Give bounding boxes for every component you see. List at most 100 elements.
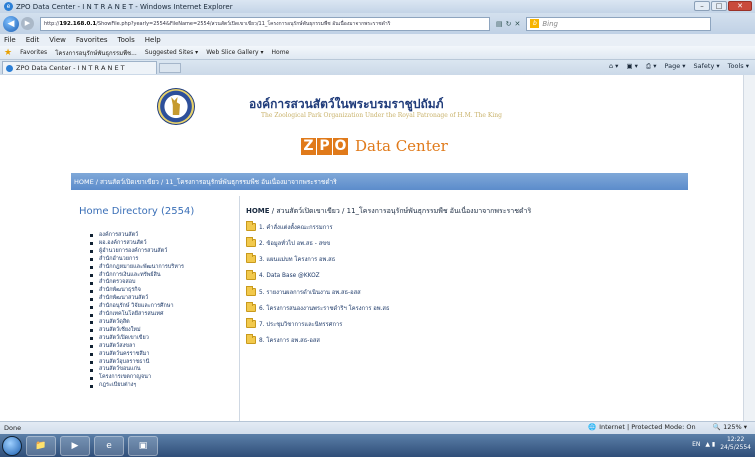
folder-icon	[246, 302, 256, 313]
fav-item-webslice[interactable]: Web Slice Gallery ▾	[206, 49, 263, 56]
media-player-taskbar-icon[interactable]: ▶	[60, 435, 90, 456]
top-breadcrumb[interactable]: HOME / สวนสัตว์เปิดเขาเขียว / 11_โครงการ…	[71, 173, 688, 190]
window-title: ZPO Data Center - I N T R A N E T - Wind…	[16, 2, 233, 11]
folder-item[interactable]: 3. แผนแม่บท โครงการ อพ.สธ	[246, 251, 390, 267]
url-prefix: http://	[44, 20, 60, 27]
home-icon[interactable]: ⌂ ▾	[609, 62, 618, 71]
sidebar-item[interactable]: สวนสัตว์นครราชสีมา	[90, 351, 184, 359]
logo-letter-o: O	[333, 137, 348, 155]
back-button[interactable]: ◀	[3, 15, 19, 32]
menu-help[interactable]: Help	[145, 36, 161, 44]
zoom-control[interactable]: 🔍 125% ▾	[713, 423, 747, 431]
sidebar-item[interactable]: กฎระเบียบต่างๆ	[90, 382, 184, 390]
app-taskbar-icon[interactable]: ▣	[128, 435, 158, 456]
folder-item[interactable]: 5. รายงานผลการดำเนินงาน อพ.สธ-อสส	[246, 284, 390, 300]
menu-tools[interactable]: Tools	[118, 36, 135, 44]
tab-page-icon	[6, 64, 13, 72]
folder-item[interactable]: 6. โครงการสนองงานพระราชดำริฯ โครงการ อพ.…	[246, 300, 390, 316]
menu-edit[interactable]: Edit	[26, 36, 40, 44]
favorites-star-icon[interactable]: ★	[4, 48, 12, 58]
start-button[interactable]	[2, 435, 22, 456]
sidebar-item[interactable]: องค์การสวนสัตว์	[90, 232, 184, 240]
folder-item[interactable]: 2. ข้อมูลทั่วไป อพ.สธ - สขข	[246, 235, 390, 251]
globe-icon: 🌐	[588, 423, 597, 431]
folder-icon	[246, 318, 256, 329]
status-text: Done	[4, 424, 22, 432]
sidebar-item[interactable]: สวนสัตว์ดุสิต	[90, 319, 184, 327]
status-bar: Done 🌐 Internet | Protected Mode: On 🔍 1…	[0, 421, 755, 434]
window-controls: – □ ✕	[694, 1, 752, 11]
folder-item[interactable]: 4. Data Base @KKOZ	[246, 268, 390, 284]
url-host: 192.168.0.1	[59, 20, 97, 27]
logo-letter-p: P	[317, 137, 332, 155]
page-content: องค์การสวนสัตว์ในพระบรมราชูปถัมภ์ The Zo…	[71, 75, 688, 421]
vertical-scrollbar[interactable]	[743, 75, 755, 421]
search-placeholder: Bing	[542, 19, 559, 28]
sidebar-item[interactable]: สวนสัตว์สงขลา	[90, 343, 184, 351]
menu-file[interactable]: File	[4, 36, 16, 44]
fav-item-suggested[interactable]: Suggested Sites ▾	[145, 49, 198, 56]
org-name-english: The Zoological Park Organization Under t…	[261, 112, 502, 119]
search-field[interactable]: b Bing	[526, 16, 712, 31]
address-toolbar: ◀ ▶ http://192.168.0.1/ShowFile.php?year…	[0, 13, 755, 34]
menu-view[interactable]: View	[49, 36, 66, 44]
command-bar: ⌂ ▾ ▣ ▾ ⎙ ▾ Page ▾ Safety ▾ Tools ▾	[609, 62, 749, 71]
menu-favorites[interactable]: Favorites	[76, 36, 108, 44]
folder-item[interactable]: 8. โครงการ อพ.สธ-อสส	[246, 332, 390, 348]
minimize-button[interactable]: –	[694, 1, 710, 11]
main-breadcrumb: HOME / สวนสัตว์เปิดเขาเขียว / 11_โครงการ…	[246, 206, 531, 217]
forward-button[interactable]: ▶	[21, 17, 34, 30]
system-tray: EN ▲ ▮ 12:22 24/5/2554	[692, 436, 751, 452]
ie-taskbar-icon[interactable]: e	[94, 435, 124, 456]
network-icon[interactable]: ▲ ▮	[705, 441, 715, 448]
menu-bar: File Edit View Favorites Tools Help	[0, 34, 755, 46]
page-menu[interactable]: Page ▾	[664, 62, 685, 71]
fav-item-home[interactable]: Home	[272, 49, 290, 56]
zpo-emblem-icon	[157, 88, 195, 125]
clock[interactable]: 12:22 24/5/2554	[720, 436, 751, 452]
breadcrumb-home-link[interactable]: HOME	[246, 207, 270, 215]
explorer-taskbar-icon[interactable]: 📁	[26, 435, 56, 456]
sidebar-title: Home Directory (2554)	[79, 206, 195, 217]
folder-icon	[246, 221, 256, 232]
sidebar-item[interactable]: สำนักอำนวยการ	[90, 256, 184, 264]
sidebar-item[interactable]: สำนักพัฒนาสวนสัตว์	[90, 295, 184, 303]
refresh-icon[interactable]: ↻	[506, 20, 512, 28]
ie-logo-icon: e	[4, 2, 13, 11]
sidebar-item[interactable]: สวนสัตว์เปิดเขาเขียว	[90, 335, 184, 343]
sidebar-item[interactable]: สำนักกฎหมายและพัฒนาการบริหาร	[90, 264, 184, 272]
address-field[interactable]: http://192.168.0.1/ShowFile.php?yearly=2…	[40, 16, 490, 31]
window-titlebar: e ZPO Data Center - I N T R A N E T - Wi…	[0, 0, 755, 13]
feeds-icon[interactable]: ▣ ▾	[626, 62, 637, 71]
folder-label: 4. Data Base @KKOZ	[259, 272, 320, 279]
tools-menu[interactable]: Tools ▾	[728, 62, 749, 71]
folder-list: 1. คำสั่งแต่งตั้งคณะกรรมการ 2. ข้อมูลทั่…	[246, 219, 390, 349]
stop-icon[interactable]: ✕	[515, 20, 521, 28]
sidebar-item[interactable]: ผอ.องค์การสวนสัตว์	[90, 240, 184, 248]
folder-item[interactable]: 1. คำสั่งแต่งตั้งคณะกรรมการ	[246, 219, 390, 235]
security-zone[interactable]: 🌐 Internet | Protected Mode: On	[588, 423, 696, 431]
language-indicator[interactable]: EN	[692, 441, 700, 448]
bing-icon: b	[530, 19, 540, 28]
new-tab-button[interactable]	[159, 62, 181, 73]
folder-label: 7. ประชุมวิชาการและนิทรรศการ	[259, 322, 343, 329]
sidebar-directory-list: องค์การสวนสัตว์ ผอ.องค์การสวนสัตว์ ผู้อำ…	[90, 232, 184, 390]
folder-icon	[246, 269, 256, 280]
maximize-button[interactable]: □	[711, 1, 727, 11]
sidebar-item[interactable]: สำนักเทคโนโลยีสารสนเทศ	[90, 311, 184, 319]
safety-menu[interactable]: Safety ▾	[694, 62, 720, 71]
folder-icon	[246, 253, 256, 264]
print-icon[interactable]: ⎙ ▾	[646, 62, 657, 71]
fav-item-1[interactable]: โครงการอนุรักษ์พันธุกรรมพืช...	[55, 48, 137, 58]
tab-title: ZPO Data Center - I N T R A N E T	[16, 64, 125, 72]
sidebar-item[interactable]: สำนักอนุรักษ์ วิจัยและการศึกษา	[90, 303, 184, 311]
close-button[interactable]: ✕	[728, 1, 752, 11]
sidebar-item[interactable]: ผู้อำนวยการองค์การสวนสัตว์	[90, 248, 184, 256]
breadcrumb-path[interactable]: / สวนสัตว์เปิดเขาเขียว / 11_โครงการอนุรั…	[270, 207, 531, 215]
sidebar-item[interactable]: สวนสัตว์เชียงใหม่	[90, 327, 184, 335]
folder-item[interactable]: 7. ประชุมวิชาการและนิทรรศการ	[246, 316, 390, 332]
tab-zpo[interactable]: ZPO Data Center - I N T R A N E T	[2, 61, 157, 74]
zoom-level: 125%	[723, 423, 742, 431]
compat-view-icon[interactable]: ▤	[496, 20, 503, 28]
favorites-button[interactable]: Favorites	[20, 49, 47, 56]
